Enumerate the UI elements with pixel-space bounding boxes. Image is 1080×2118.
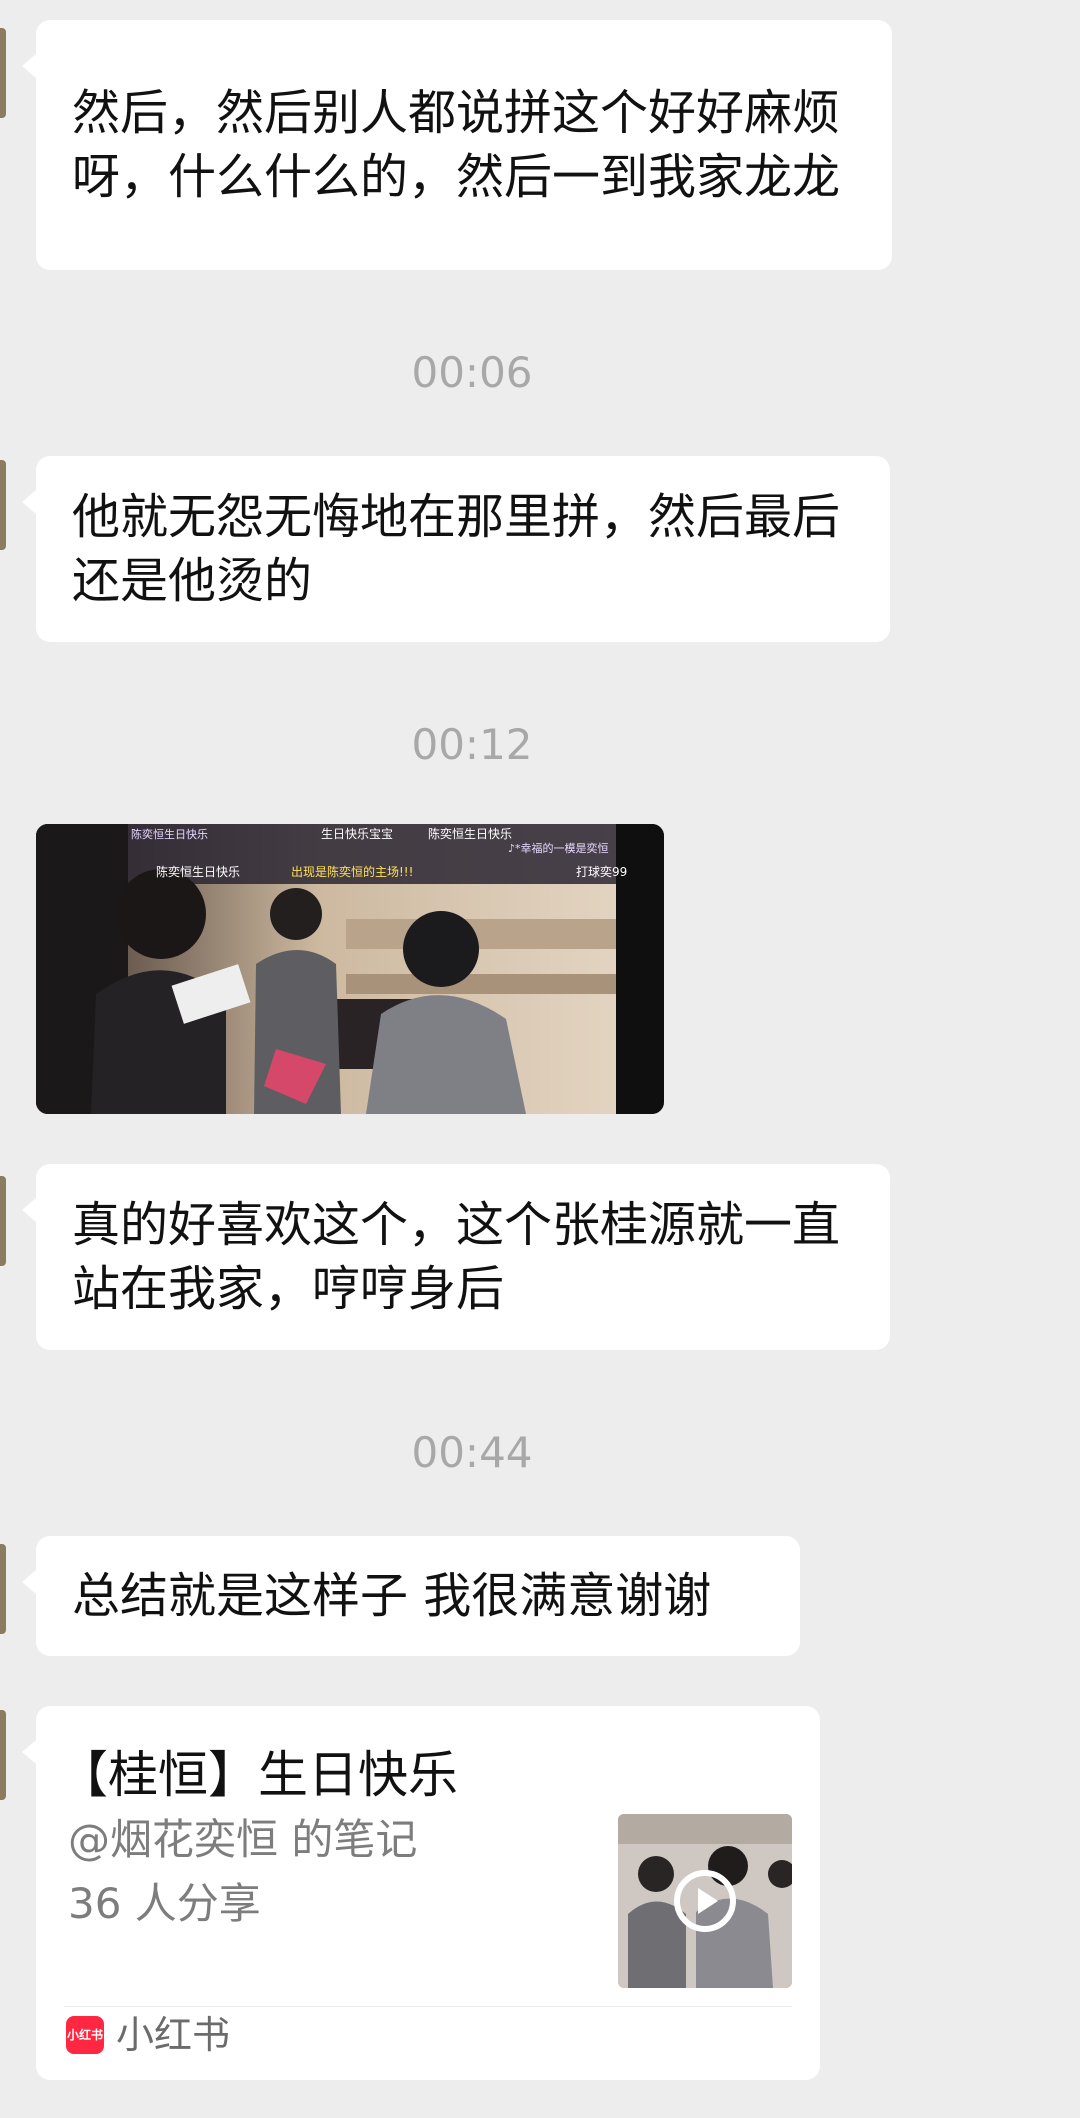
message-text: 然后，然后别人都说拼这个好好麻烦呀，什么什么的，然后一到我家龙龙 bbox=[72, 85, 841, 205]
timestamp: 00:12 bbox=[411, 720, 533, 769]
message-text: 他就无怨无悔地在那里拼，然后最后还是他烫的 bbox=[72, 489, 841, 609]
message-text: 真的好喜欢这个，这个张桂源就一直站在我家，哼哼身后 bbox=[72, 1197, 841, 1317]
share-source-name: 小红书 bbox=[116, 2013, 231, 2057]
danmaku-text: 生日快乐宝宝 bbox=[321, 827, 393, 841]
chat-bubble[interactable]: 真的好喜欢这个，这个张桂源就一直站在我家，哼哼身后 bbox=[22, 1164, 890, 1350]
danmaku-text: 出现是陈奕恒的主场!!! bbox=[291, 864, 413, 879]
share-author: @烟花奕恒 的笔记 bbox=[68, 1815, 418, 1864]
share-title: 【桂恒】生日快乐 bbox=[58, 1746, 458, 1804]
chat-bubble[interactable]: 总结就是这样子 我很满意谢谢 bbox=[22, 1536, 800, 1656]
danmaku-text: 陈奕恒生日快乐 bbox=[156, 864, 240, 879]
share-divider bbox=[64, 2006, 792, 2007]
shared-note-card[interactable]: 【桂恒】生日快乐 @烟花奕恒 的笔记 36 人分享 小红书 小红书 bbox=[22, 1706, 820, 2080]
chat-bubble[interactable]: 然后，然后别人都说拼这个好好麻烦呀，什么什么的，然后一到我家龙龙 bbox=[22, 20, 892, 270]
danmaku-text: 打球奕99 bbox=[576, 864, 627, 879]
avatar[interactable] bbox=[0, 1710, 6, 1800]
xiaohongshu-logo-icon: 小红书 bbox=[66, 2016, 104, 2054]
share-thumbnail bbox=[618, 1814, 792, 1988]
video-message[interactable]: 陈奕恒生日快乐 生日快乐宝宝 陈奕恒生日快乐 ♪*幸福的一模是奕恒 陈奕恒生日快… bbox=[36, 824, 664, 1114]
message-text: 总结就是这样子 我很满意谢谢 bbox=[72, 1568, 712, 1624]
timestamp: 00:44 bbox=[411, 1428, 533, 1477]
danmaku-text: 陈奕恒生日快乐 bbox=[131, 827, 208, 841]
timestamp: 00:06 bbox=[411, 348, 533, 397]
danmaku-text: ♪*幸福的一模是奕恒 bbox=[508, 841, 609, 855]
avatar[interactable] bbox=[0, 1544, 6, 1634]
share-count: 36 人分享 bbox=[68, 1879, 261, 1928]
avatar[interactable] bbox=[0, 1176, 6, 1266]
chat-bubble[interactable]: 他就无怨无悔地在那里拼，然后最后还是他烫的 bbox=[22, 456, 890, 642]
avatar[interactable] bbox=[0, 28, 6, 118]
danmaku-text: 陈奕恒生日快乐 bbox=[428, 826, 512, 841]
avatar[interactable] bbox=[0, 460, 6, 550]
video-thumbnail: 陈奕恒生日快乐 生日快乐宝宝 陈奕恒生日快乐 ♪*幸福的一模是奕恒 陈奕恒生日快… bbox=[36, 824, 664, 1114]
